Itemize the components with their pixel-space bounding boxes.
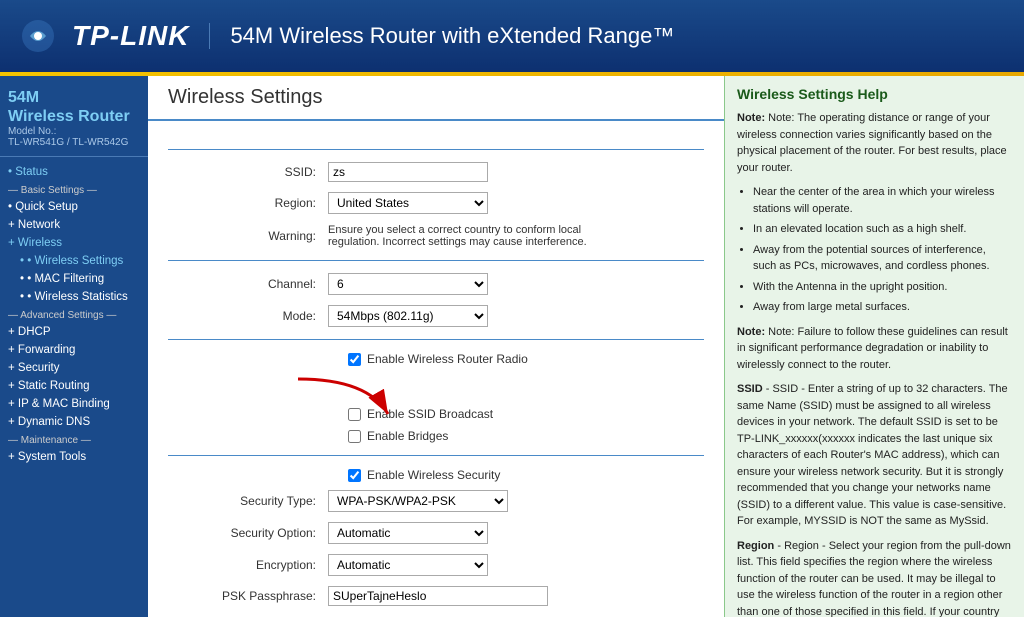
- channel-select[interactable]: 6: [328, 273, 488, 295]
- sidebar-item-dhcp[interactable]: DHCP: [0, 323, 148, 341]
- warning-control: Ensure you select a correct country to c…: [328, 224, 704, 248]
- encryption-row: Encryption: Automatic: [168, 554, 704, 576]
- help-bullet-1: Near the center of the area in which you…: [753, 184, 1012, 217]
- enable-security-label: Enable Wireless Security: [367, 468, 500, 482]
- enable-bridges-row: Enable Bridges: [168, 429, 704, 443]
- psk-row: PSK Passphrase:: [168, 586, 704, 606]
- ssid-control: [328, 162, 704, 182]
- region-row: Region: United States: [168, 192, 704, 214]
- form-divider-top: [168, 149, 704, 150]
- help-ssid: SSID - SSID - Enter a string of up to 32…: [737, 381, 1012, 530]
- help-bullets: Near the center of the area in which you…: [753, 184, 1012, 316]
- channel-control: 6: [328, 273, 704, 295]
- sidebar-model-label: Model No.:: [8, 126, 140, 137]
- logo-area: TP-LINK: [20, 18, 189, 54]
- encryption-label: Encryption:: [168, 558, 328, 572]
- ssid-input[interactable]: [328, 162, 488, 182]
- encryption-control: Automatic: [328, 554, 704, 576]
- security-option-row: Security Option: Automatic: [168, 522, 704, 544]
- warning-text: Ensure you select a correct country to c…: [328, 224, 588, 248]
- help-bullet-3: Away from the potential sources of inter…: [753, 242, 1012, 275]
- form-divider-3: [168, 339, 704, 340]
- form-divider-4: [168, 455, 704, 456]
- logo-text: TP-LINK: [72, 20, 189, 52]
- encryption-select[interactable]: Automatic: [328, 554, 488, 576]
- psk-input[interactable]: [328, 586, 548, 606]
- header: TP-LINK 54M Wireless Router with eXtende…: [0, 0, 1024, 72]
- region-label: Region:: [168, 196, 328, 210]
- region-select[interactable]: United States: [328, 192, 488, 214]
- ssid-row: SSID:: [168, 162, 704, 182]
- help-bullet-4: With the Antenna in the upright position…: [753, 279, 1012, 296]
- content-area: Wireless Settings SSID: Region: Unit: [148, 76, 1024, 617]
- security-type-select[interactable]: WPA-PSK/WPA2-PSK: [328, 490, 508, 512]
- enable-bridges-checkbox[interactable]: [348, 430, 361, 443]
- sidebar-item-forwarding[interactable]: Forwarding: [0, 341, 148, 359]
- tplink-logo-icon: [20, 18, 56, 54]
- help-bullet-2: In an elevated location such as a high s…: [753, 221, 1012, 238]
- sidebar-model-info: 54MWireless Router Model No.: TL-WR541G …: [0, 84, 148, 157]
- sidebar-item-wireless[interactable]: Wireless: [0, 234, 148, 252]
- enable-radio-label: Enable Wireless Router Radio: [367, 352, 528, 366]
- security-type-row: Security Type: WPA-PSK/WPA2-PSK: [168, 490, 704, 512]
- sidebar-item-dynamic-dns[interactable]: Dynamic DNS: [0, 413, 148, 431]
- sidebar-item-network[interactable]: Network: [0, 216, 148, 234]
- sidebar-item-mac-filtering[interactable]: • MAC Filtering: [0, 270, 148, 288]
- sidebar-section-maintenance: — Maintenance —: [0, 431, 148, 448]
- warning-row: Warning: Ensure you select a correct cou…: [168, 224, 704, 248]
- help-note1: Note: Note: The operating distance or ra…: [737, 110, 1012, 176]
- sidebar-model-num: TL-WR541G / TL-WR542G: [8, 137, 140, 148]
- help-content: Note: Note: The operating distance or ra…: [737, 110, 1012, 617]
- sidebar-item-static-routing[interactable]: Static Routing: [0, 377, 148, 395]
- arrow-container: [288, 374, 704, 425]
- channel-label: Channel:: [168, 277, 328, 291]
- help-panel: Wireless Settings Help Note: Note: The o…: [724, 76, 1024, 617]
- enable-radio-checkbox[interactable]: [348, 353, 361, 366]
- mode-label: Mode:: [168, 309, 328, 323]
- form-area: SSID: Region: United States: [148, 121, 724, 617]
- warning-label: Warning:: [168, 229, 328, 243]
- sidebar-model-title: 54MWireless Router: [8, 88, 140, 126]
- mode-row: Mode: 54Mbps (802.11g): [168, 305, 704, 327]
- region-control: United States: [328, 192, 704, 214]
- help-note2: Note: Note: Failure to follow these guid…: [737, 324, 1012, 374]
- sidebar-section-advanced: — Advanced Settings —: [0, 306, 148, 323]
- security-type-control: WPA-PSK/WPA2-PSK: [328, 490, 704, 512]
- sidebar-item-system-tools[interactable]: System Tools: [0, 448, 148, 466]
- help-region: Region - Region - Select your region fro…: [737, 538, 1012, 617]
- security-type-label: Security Type:: [168, 494, 328, 508]
- security-option-control: Automatic: [328, 522, 704, 544]
- sidebar-item-status[interactable]: Status: [0, 163, 148, 181]
- sidebar: 54MWireless Router Model No.: TL-WR541G …: [0, 76, 148, 617]
- enable-radio-row: Enable Wireless Router Radio: [168, 352, 704, 366]
- security-option-select[interactable]: Automatic: [328, 522, 488, 544]
- page-title: Wireless Settings: [168, 86, 704, 109]
- page-title-bar: Wireless Settings: [148, 76, 724, 121]
- red-arrow-icon: [288, 374, 418, 422]
- enable-security-checkbox[interactable]: [348, 469, 361, 482]
- form-divider-2: [168, 260, 704, 261]
- help-title: Wireless Settings Help: [737, 86, 1012, 102]
- sidebar-item-security[interactable]: Security: [0, 359, 148, 377]
- sidebar-item-wireless-settings[interactable]: • Wireless Settings: [0, 252, 148, 270]
- main-content: Wireless Settings SSID: Region: Unit: [148, 76, 724, 617]
- main-layout: 54MWireless Router Model No.: TL-WR541G …: [0, 76, 1024, 617]
- ssid-label: SSID:: [168, 165, 328, 179]
- sidebar-item-wireless-stats[interactable]: • Wireless Statistics: [0, 288, 148, 306]
- security-option-label: Security Option:: [168, 526, 328, 540]
- header-title: 54M Wireless Router with eXtended Range™: [209, 23, 674, 49]
- channel-row: Channel: 6: [168, 273, 704, 295]
- sidebar-item-quicksetup[interactable]: Quick Setup: [0, 198, 148, 216]
- enable-security-row: Enable Wireless Security: [168, 468, 704, 482]
- sidebar-section-basic: — Basic Settings —: [0, 181, 148, 198]
- psk-label: PSK Passphrase:: [168, 589, 328, 603]
- mode-control: 54Mbps (802.11g): [328, 305, 704, 327]
- sidebar-item-ip-mac[interactable]: IP & MAC Binding: [0, 395, 148, 413]
- psk-control: [328, 586, 704, 606]
- mode-select[interactable]: 54Mbps (802.11g): [328, 305, 488, 327]
- help-bullet-5: Away from large metal surfaces.: [753, 299, 1012, 316]
- enable-bridges-label: Enable Bridges: [367, 429, 448, 443]
